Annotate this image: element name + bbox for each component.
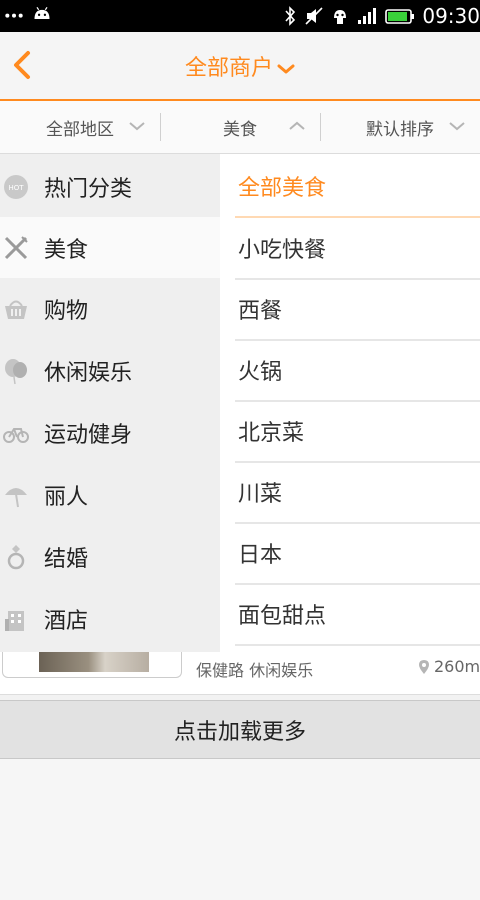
category-label: 休闲娱乐 [44,360,133,386]
merchant-list-item[interactable]: 保健路 休闲娱乐 260m [0,652,480,695]
subcategory-item-japanese[interactable]: 日本 [235,523,480,585]
subcategory-label: 日本 [238,543,283,568]
filter-category[interactable]: 美食 [160,101,320,153]
page-title-text: 全部商户 [184,56,273,81]
umbrella-icon [2,481,30,509]
filter-bar: 全部地区 美食 默认排序 [0,101,480,154]
category-label: 购物 [44,298,89,324]
category-label: 结婚 [44,546,89,572]
category-item-beauty[interactable]: 丽人 [0,464,220,525]
mute-icon [305,7,323,25]
android-icon [34,6,50,19]
category-dropdown: HOT 热门分类 美食 购物 休闲娱乐 运动健身 丽人 结婚 酒店 全部美食 小… [0,154,480,652]
merchant-distance-value: 260m [434,657,480,676]
subcategory-label: 川菜 [238,482,283,507]
battery-icon [385,9,415,24]
category-item-hot[interactable]: HOT 热门分类 [0,156,220,217]
subcategory-label: 小吃快餐 [238,238,327,263]
subcategory-list: 全部美食 小吃快餐 西餐 火锅 北京菜 川菜 日本 面包甜点 [220,154,480,652]
category-item-wedding[interactable]: 结婚 [0,526,220,587]
chevron-down-icon [449,122,465,131]
subcategory-label: 北京菜 [238,421,305,446]
category-label: 运动健身 [44,422,133,448]
building-icon [2,605,30,633]
merchant-thumbnail [39,652,149,672]
subcategory-label: 火锅 [238,360,283,385]
merchant-thumbnail-frame [2,652,182,678]
subcategory-item-beijing[interactable]: 北京菜 [235,401,480,463]
filter-region-label: 全部地区 [46,119,114,140]
balloon-icon [2,357,30,385]
ring-icon [2,543,30,571]
category-item-sports[interactable]: 运动健身 [0,402,220,463]
filter-region[interactable]: 全部地区 [0,101,160,153]
subcategory-item-sichuan[interactable]: 川菜 [235,462,480,524]
hot-icon: HOT [2,173,30,201]
filter-sort-label: 默认排序 [366,119,434,140]
subcategory-label: 面包甜点 [238,604,327,629]
category-label: 丽人 [44,484,89,510]
page-title[interactable]: 全部商户 [0,50,480,82]
subcategory-item-bakery[interactable]: 面包甜点 [235,584,480,646]
svg-text:HOT: HOT [8,184,24,192]
subcategory-label: 全部美食 [238,176,327,201]
chevron-down-icon [129,122,145,131]
category-list: HOT 热门分类 美食 购物 休闲娱乐 运动健身 丽人 结婚 酒店 [0,154,220,652]
usb-debug-icon [334,10,347,24]
load-more-button[interactable]: 点击加载更多 [0,700,480,759]
subcategory-item-all[interactable]: 全部美食 [235,156,480,218]
header: 全部商户 [0,32,480,101]
category-item-food[interactable]: 美食 [0,217,220,278]
location-pin-icon [419,659,429,674]
merchant-address: 保健路 休闲娱乐 [196,661,314,680]
category-item-shopping[interactable]: 购物 [0,278,220,339]
fork-knife-icon [2,234,30,262]
category-label: 热门分类 [44,176,133,202]
chevron-up-icon [289,121,305,130]
load-more-label: 点击加载更多 [173,719,306,745]
chevron-down-icon [277,64,295,74]
subcategory-item-western[interactable]: 西餐 [235,279,480,341]
subcategory-item-hotpot[interactable]: 火锅 [235,340,480,402]
subcategory-label: 西餐 [238,299,283,324]
filter-category-label: 美食 [223,119,257,140]
category-label: 美食 [44,237,89,263]
category-item-leisure[interactable]: 休闲娱乐 [0,340,220,401]
bluetooth-icon [285,6,296,26]
signal-icon [358,8,377,24]
status-bar: 09:30 [0,0,480,32]
filter-sort[interactable]: 默认排序 [320,101,480,153]
basket-icon [2,295,30,323]
bicycle-icon [2,419,30,447]
more-dots-icon [5,13,23,18]
subcategory-item-snacks[interactable]: 小吃快餐 [235,218,480,280]
merchant-distance: 260m [418,657,480,676]
category-label: 酒店 [44,608,89,634]
category-item-hotel[interactable]: 酒店 [0,588,220,649]
clock: 09:30 [422,4,480,28]
empty-content-area [0,759,480,900]
